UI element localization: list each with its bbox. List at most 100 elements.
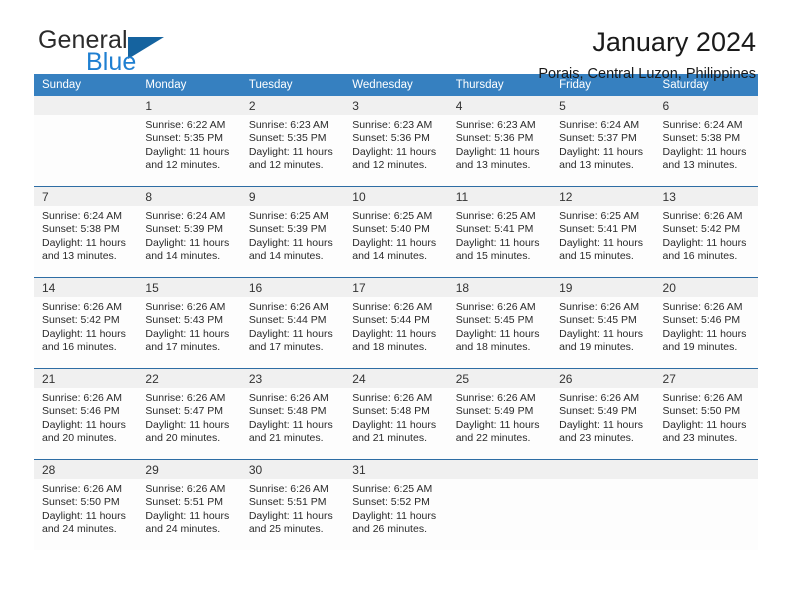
calendar-day-cell[interactable]: 9 Sunrise: 6:25 AM Sunset: 5:39 PM Daylight… (240, 186, 345, 278)
sunrise-text: Sunrise: 6:24 AM (42, 210, 122, 222)
sunrise-text: Sunrise: 6:26 AM (42, 392, 122, 404)
day-details: Sunrise: 6:26 AM Sunset: 5:47 PM Daylight:… (137, 388, 240, 446)
day-details: Sunrise: 6:25 AM Sunset: 5:41 PM Daylight:… (551, 206, 654, 264)
calendar-day-cell[interactable]: 17 Sunrise: 6:26 AM Sunset: 5:44 PM Dayligh… (344, 277, 448, 369)
day-number: 10 (344, 187, 448, 206)
sunset-text: Sunset: 5:40 PM (352, 223, 430, 236)
day-number: 19 (551, 278, 655, 297)
calendar-day-cell[interactable]: 1 Sunrise: 6:22 AM Sunset: 5:35 PM Daylight… (137, 96, 241, 187)
calendar-day-cell[interactable]: 15 Sunrise: 6:26 AM Sunset: 5:43 PM Dayligh… (137, 277, 241, 369)
day-details: Sunrise: 6:24 AM Sunset: 5:37 PM Daylight:… (551, 115, 654, 173)
calendar-day-cell[interactable]: 25 Sunrise: 6:26 AM Sunset: 5:49 PM Dayligh… (447, 368, 552, 460)
sunset-text: Sunset: 5:43 PM (145, 314, 224, 327)
daylight-text-line1: Daylight: 11 hours (248, 418, 333, 431)
sunset-text: Sunset: 5:48 PM (248, 405, 327, 418)
sunrise-text: Sunrise: 6:24 AM (145, 210, 226, 222)
calendar-day-cell[interactable]: 8 Sunrise: 6:24 AM Sunset: 5:39 PM Daylight… (137, 186, 241, 278)
day-details: Sunrise: 6:26 AM Sunset: 5:42 PM Daylight:… (655, 206, 758, 264)
day-details: Sunrise: 6:26 AM Sunset: 5:44 PM Daylight:… (344, 297, 447, 355)
daylight-text-line1: Daylight: 11 hours (42, 327, 126, 340)
daylight-text-line1: Daylight: 11 hours (352, 418, 437, 431)
daylight-text-line2: and 25 minutes. (248, 523, 324, 536)
day-details: Sunrise: 6:26 AM Sunset: 5:42 PM Daylight:… (34, 297, 137, 355)
calendar-day-cell[interactable]: 13 Sunrise: 6:26 AM Sunset: 5:42 PM Dayligh… (654, 186, 758, 278)
daylight-text-line2: and 22 minutes. (455, 432, 531, 445)
weekday-header-thursday: Thursday (447, 74, 552, 96)
calendar-day-cell[interactable]: 11 Sunrise: 6:25 AM Sunset: 5:41 PM Dayligh… (447, 186, 552, 278)
calendar-day-cell[interactable]: 24 Sunrise: 6:26 AM Sunset: 5:48 PM Dayligh… (344, 368, 448, 460)
daylight-text-line2: and 15 minutes. (559, 250, 634, 263)
sunrise-text: Sunrise: 6:24 AM (559, 119, 640, 131)
daylight-text-line2: and 21 minutes. (248, 432, 324, 445)
sunset-text: Sunset: 5:42 PM (42, 314, 120, 327)
day-number: 20 (654, 278, 758, 297)
daylight-text-line1: Daylight: 11 hours (559, 145, 643, 158)
calendar-day-cell[interactable]: 21 Sunrise: 6:26 AM Sunset: 5:46 PM Dayligh… (34, 368, 138, 460)
sunrise-text: Sunrise: 6:26 AM (455, 301, 536, 313)
daylight-text-line2: and 24 minutes. (42, 523, 117, 536)
daylight-text-line1: Daylight: 11 hours (42, 236, 126, 249)
calendar-day-cell[interactable]: 19 Sunrise: 6:26 AM Sunset: 5:45 PM Dayligh… (551, 277, 655, 369)
day-number: 14 (34, 278, 138, 297)
sunrise-text: Sunrise: 6:26 AM (42, 301, 122, 313)
calendar-day-cell[interactable]: 10 Sunrise: 6:25 AM Sunset: 5:40 PM Dayligh… (344, 186, 448, 278)
day-number: 17 (344, 278, 448, 297)
page-title: January 2024 (592, 27, 756, 57)
daylight-text-line2: and 23 minutes. (662, 432, 738, 445)
day-number: 22 (137, 369, 241, 388)
calendar-day-cell[interactable]: 3 Sunrise: 6:23 AM Sunset: 5:36 PM Daylight… (344, 96, 448, 187)
calendar-day-cell[interactable]: 4 Sunrise: 6:23 AM Sunset: 5:36 PM Daylight… (447, 96, 552, 187)
calendar-day-cell[interactable]: 6 Sunrise: 6:24 AM Sunset: 5:38 PM Daylight… (654, 96, 758, 187)
day-number: 12 (551, 187, 655, 206)
daylight-text-line2: and 18 minutes. (455, 341, 531, 354)
calendar-day-cell[interactable]: 28 Sunrise: 6:26 AM Sunset: 5:50 PM Dayligh… (34, 459, 138, 550)
weekday-header-tuesday: Tuesday (240, 74, 345, 96)
daylight-text-line1: Daylight: 11 hours (42, 509, 126, 522)
calendar-day-cell[interactable]: 22 Sunrise: 6:26 AM Sunset: 5:47 PM Dayligh… (137, 368, 241, 460)
sunset-text: Sunset: 5:41 PM (559, 223, 637, 236)
daylight-text-line2: and 13 minutes. (559, 159, 634, 172)
sunset-text: Sunset: 5:39 PM (145, 223, 224, 236)
calendar-day-cell[interactable]: 31 Sunrise: 6:25 AM Sunset: 5:52 PM Dayligh… (344, 459, 448, 550)
calendar-day-cell[interactable]: 30 Sunrise: 6:26 AM Sunset: 5:51 PM Dayligh… (240, 459, 345, 550)
calendar-day-cell[interactable]: 2 Sunrise: 6:23 AM Sunset: 5:35 PM Daylight… (240, 96, 345, 187)
calendar-day-cell[interactable]: 12 Sunrise: 6:25 AM Sunset: 5:41 PM Dayligh… (551, 186, 655, 278)
calendar-day-cell-empty (447, 459, 552, 550)
calendar-day-cell[interactable]: 7 Sunrise: 6:24 AM Sunset: 5:38 PM Daylight… (34, 186, 138, 278)
daylight-text-line2: and 12 minutes. (352, 159, 427, 172)
day-details: Sunrise: 6:26 AM Sunset: 5:51 PM Daylight:… (241, 479, 344, 537)
calendar-day-cell-empty (34, 96, 138, 187)
day-number: 27 (654, 369, 758, 388)
daylight-text-line1: Daylight: 11 hours (455, 418, 540, 431)
calendar-day-cell[interactable]: 29 Sunrise: 6:26 AM Sunset: 5:51 PM Dayligh… (137, 459, 241, 550)
day-details: Sunrise: 6:24 AM Sunset: 5:38 PM Daylight:… (34, 206, 137, 264)
day-number (447, 460, 552, 479)
day-number: 25 (447, 369, 552, 388)
day-number: 1 (137, 96, 241, 115)
calendar-day-cell[interactable]: 27 Sunrise: 6:26 AM Sunset: 5:50 PM Dayligh… (654, 368, 758, 460)
day-details: Sunrise: 6:26 AM Sunset: 5:50 PM Daylight:… (655, 388, 758, 446)
calendar-day-cell[interactable]: 20 Sunrise: 6:26 AM Sunset: 5:46 PM Dayligh… (654, 277, 758, 369)
calendar-day-cell[interactable]: 26 Sunrise: 6:26 AM Sunset: 5:49 PM Dayligh… (551, 368, 655, 460)
day-details: Sunrise: 6:25 AM Sunset: 5:39 PM Daylight:… (241, 206, 344, 264)
calendar-day-cell[interactable]: 14 Sunrise: 6:26 AM Sunset: 5:42 PM Dayligh… (34, 277, 138, 369)
day-details: Sunrise: 6:24 AM Sunset: 5:38 PM Daylight:… (655, 115, 758, 173)
day-details: Sunrise: 6:26 AM Sunset: 5:49 PM Daylight:… (448, 388, 551, 446)
calendar-day-cell[interactable]: 5 Sunrise: 6:24 AM Sunset: 5:37 PM Daylight… (551, 96, 655, 187)
day-number: 7 (34, 187, 138, 206)
daylight-text-line2: and 19 minutes. (559, 341, 634, 354)
day-number (34, 96, 138, 115)
day-number: 26 (551, 369, 655, 388)
calendar-day-cell[interactable]: 16 Sunrise: 6:26 AM Sunset: 5:44 PM Dayligh… (240, 277, 345, 369)
calendar-day-cell[interactable]: 18 Sunrise: 6:26 AM Sunset: 5:45 PM Dayligh… (447, 277, 552, 369)
sunset-text: Sunset: 5:44 PM (352, 314, 430, 327)
calendar-table: Sunday Monday Tuesday Wednesday Thursday Frid… (34, 74, 758, 550)
general-blue-logo[interactable]: General Blue (34, 26, 218, 80)
sunrise-text: Sunrise: 6:23 AM (455, 119, 536, 131)
calendar-day-cell[interactable]: 23 Sunrise: 6:26 AM Sunset: 5:48 PM Dayligh… (240, 368, 345, 460)
sunset-text: Sunset: 5:50 PM (662, 405, 741, 418)
calendar-week-row: 28 Sunrise: 6:26 AM Sunset: 5:50 PM Dayligh… (34, 459, 758, 550)
daylight-text-line1: Daylight: 11 hours (248, 236, 333, 249)
daylight-text-line1: Daylight: 11 hours (248, 145, 333, 158)
daylight-text-line1: Daylight: 11 hours (145, 418, 230, 431)
